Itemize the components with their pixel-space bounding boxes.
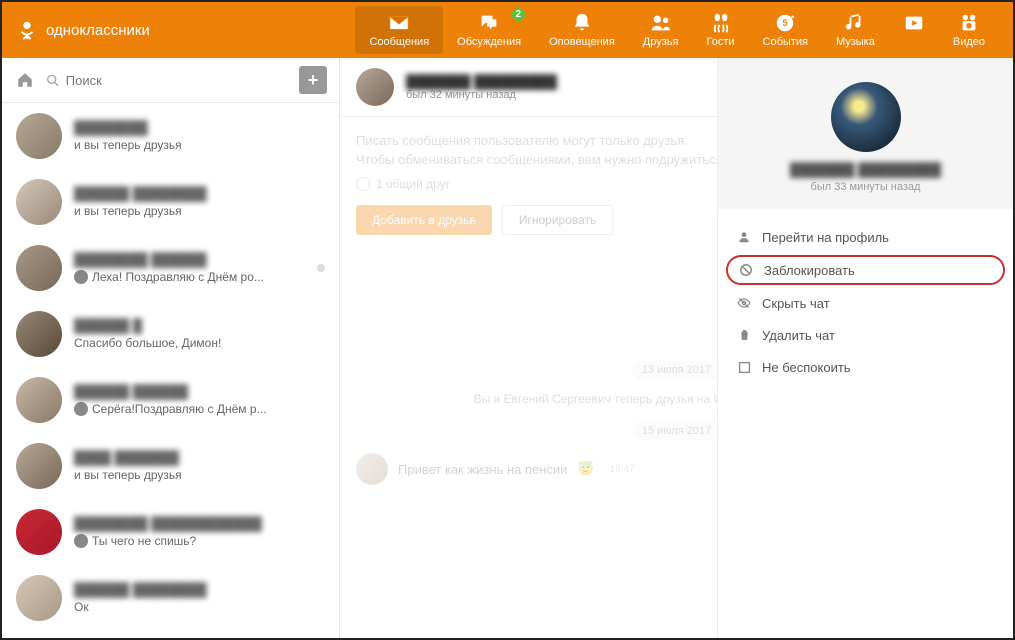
square-icon (736, 359, 752, 375)
svg-text:5: 5 (783, 18, 788, 28)
chat-name: ██████ █ (74, 318, 325, 333)
person-icon (736, 229, 752, 245)
sidebar: + ████████и вы теперь друзья██████ █████… (2, 58, 340, 638)
chat-avatar (16, 377, 62, 423)
discussions-badge: 2 (512, 8, 526, 21)
nav-guests[interactable]: Гости (692, 6, 748, 54)
nav-music[interactable]: Музыка (822, 6, 889, 54)
logo[interactable]: одноклассники (16, 19, 150, 41)
nav-events[interactable]: 5 События (749, 6, 822, 54)
chat-avatar (16, 311, 62, 357)
top-nav: одноклассники Сообщения 2 Обсуждения Опо… (2, 2, 1013, 58)
hide-chat-item[interactable]: Скрыть чат (718, 287, 1013, 319)
chat-name: ████████ (74, 120, 325, 135)
panel-user-name[interactable]: ███████ █████████ (734, 162, 997, 177)
conversation-status: был 32 минуты назад (406, 89, 557, 101)
chat-preview: и вы теперь друзья (74, 138, 325, 152)
nav-notifications[interactable]: Оповещения (535, 6, 629, 54)
conversation-avatar[interactable] (356, 68, 394, 106)
new-chat-button[interactable]: + (299, 66, 327, 94)
mini-avatar (74, 534, 88, 548)
conversation-title[interactable]: ███████ █████████ (406, 74, 557, 89)
chat-name: ████ ███████ (74, 450, 325, 465)
chat-avatar (16, 113, 62, 159)
chat-avatar (16, 443, 62, 489)
chat-item[interactable]: ██████ █ Спасибо большое, Димон! (2, 301, 339, 367)
search-icon (46, 73, 60, 88)
panel-user-status: был 33 минуты назад (734, 181, 997, 193)
nav-messages[interactable]: Сообщения (355, 6, 443, 54)
chat-item[interactable]: ████████ ████████████ Ты чего не спишь? (2, 499, 339, 565)
chat-item[interactable]: ████████ ██████ Леха! Поздравляю с Днём р… (2, 235, 339, 301)
chat-preview: Ок (74, 600, 325, 614)
chat-name: ██████ ████████ (74, 186, 325, 201)
panel-avatar[interactable] (831, 82, 901, 152)
block-user-item[interactable]: Заблокировать (726, 255, 1005, 285)
delete-chat-item[interactable]: Удалить чат (718, 319, 1013, 351)
search-input[interactable] (66, 73, 289, 88)
chat-avatar (16, 509, 62, 555)
chat-name: ██████ ██████ (74, 384, 325, 399)
chat-name: ████████ ██████ (74, 252, 305, 267)
conversation-pane: ███████ █████████ был 32 минуты назад Пи… (340, 58, 1013, 638)
chat-item[interactable]: ██████ ████████ Ок (2, 565, 339, 631)
chat-preview: и вы теперь друзья (74, 204, 325, 218)
goto-profile-item[interactable]: Перейти на профиль (718, 221, 1013, 253)
home-button[interactable] (14, 69, 36, 91)
chat-name: ██████ ████████ (74, 582, 325, 597)
block-icon (738, 262, 754, 278)
unread-indicator (317, 264, 325, 272)
chat-avatar (16, 179, 62, 225)
chat-name: ████████ ████████████ (74, 516, 325, 531)
mini-avatar (74, 270, 88, 284)
chat-preview: Ты чего не спишь? (74, 534, 325, 548)
chat-item[interactable]: ████████ и вы теперь друзья (2, 103, 339, 169)
brand-text: одноклассники (46, 22, 150, 39)
dnd-item[interactable]: Не беспокоить (718, 351, 1013, 383)
chat-item[interactable]: ██████ ██████ Серёга!Поздравляю с Днём р.… (2, 367, 339, 433)
chat-item[interactable]: ████ ███████ и вы теперь друзья (2, 433, 339, 499)
chat-list: ████████и вы теперь друзья██████ ███████… (2, 103, 339, 638)
chat-preview: Серёга!Поздравляю с Днём р... (74, 402, 325, 416)
chat-item[interactable]: ██████ ████████ и вы теперь друзья (2, 169, 339, 235)
nav-discussions[interactable]: 2 Обсуждения (443, 6, 535, 54)
user-info-panel: ███████ █████████ был 33 минуты назад Пе… (717, 58, 1013, 638)
nav-video-play[interactable] (889, 6, 939, 54)
mini-avatar (74, 402, 88, 416)
nav-friends[interactable]: Друзья (629, 6, 693, 54)
hide-icon (736, 295, 752, 311)
trash-icon (736, 327, 752, 343)
chat-preview: Леха! Поздравляю с Днём ро... (74, 270, 305, 284)
chat-avatar (16, 245, 62, 291)
chat-avatar (16, 575, 62, 621)
chat-preview: и вы теперь друзья (74, 468, 325, 482)
nav-video[interactable]: Видео (939, 6, 999, 54)
search-wrap[interactable] (46, 73, 289, 88)
chat-preview: Спасибо большое, Димон! (74, 336, 325, 350)
